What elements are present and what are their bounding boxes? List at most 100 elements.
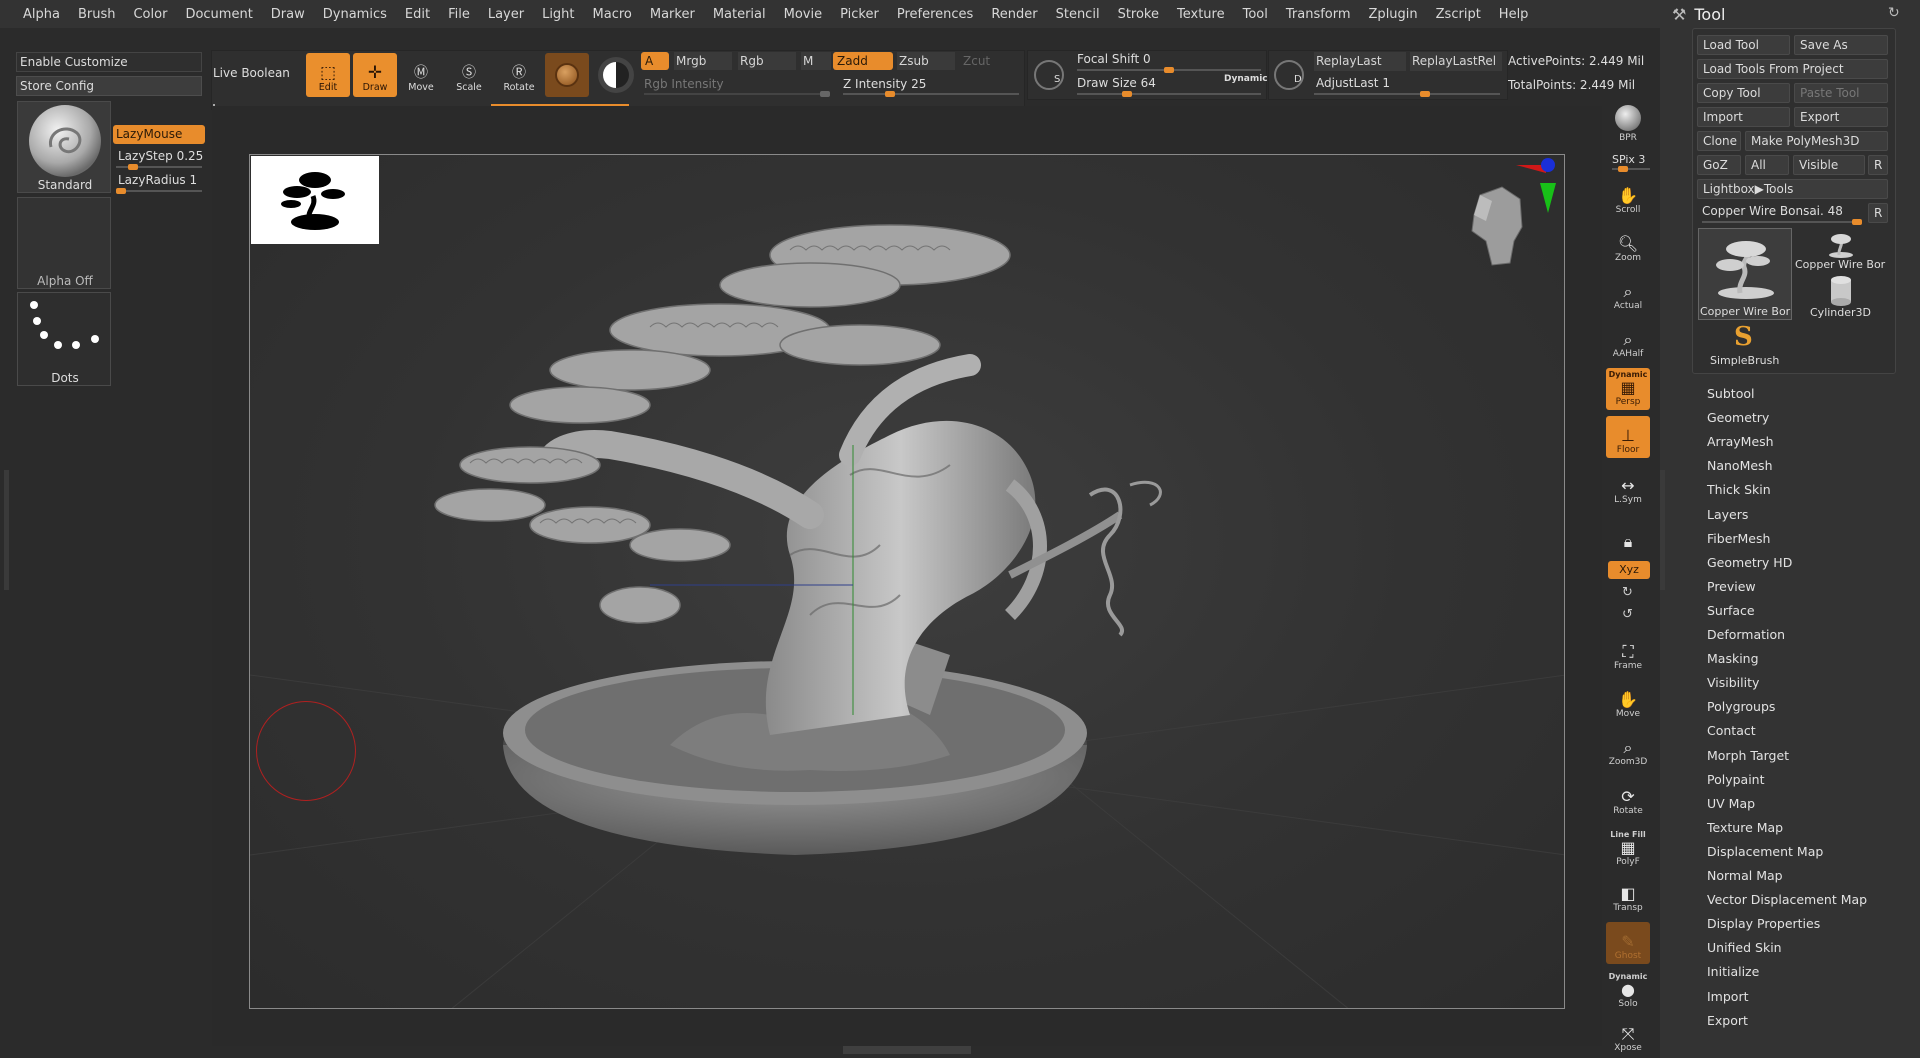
tool-section-normal-map[interactable]: Normal Map — [1707, 868, 1783, 883]
material-button[interactable] — [545, 53, 589, 97]
lazystep-slider[interactable] — [116, 164, 202, 170]
zoom3d-button[interactable]: ⌕ Zoom3D — [1606, 728, 1650, 770]
tool-section-thick-skin[interactable]: Thick Skin — [1707, 482, 1771, 497]
tool-section-preview[interactable]: Preview — [1707, 579, 1756, 594]
rgb-intensity-slider[interactable] — [644, 91, 830, 97]
menu-document[interactable]: Document — [176, 7, 261, 22]
menu-transform[interactable]: Transform — [1277, 7, 1360, 22]
tool-section-geometry-hd[interactable]: Geometry HD — [1707, 555, 1792, 570]
rotate-axis-icon[interactable]: ↻ — [1622, 585, 1633, 600]
viewport-canvas[interactable] — [249, 154, 1565, 1009]
adjust-last-slider[interactable] — [1314, 91, 1500, 97]
rotate-mode-button[interactable]: Ⓡ Rotate — [497, 53, 541, 97]
menu-macro[interactable]: Macro — [584, 7, 641, 22]
lock-button[interactable]: 🔒︎ — [1606, 512, 1650, 554]
goz-all-button[interactable]: All — [1745, 155, 1789, 175]
brush-selector[interactable]: Standard — [17, 101, 111, 193]
menu-material[interactable]: Material — [704, 7, 775, 22]
dynamic-draw-size-toggle[interactable]: Dynamic — [1224, 74, 1268, 84]
tool-thumb-simplebrush[interactable]: S SimpleBrush — [1698, 322, 1792, 368]
tool-section-initialize[interactable]: Initialize — [1707, 964, 1759, 979]
focal-shift-knob[interactable] — [1164, 67, 1174, 73]
current-tool-slider[interactable] — [1702, 219, 1862, 225]
m-toggle[interactable]: M — [801, 52, 831, 70]
menu-preferences[interactable]: Preferences — [888, 7, 982, 22]
tool-section-nanomesh[interactable]: NanoMesh — [1707, 458, 1773, 473]
scale-mode-button[interactable]: Ⓢ Scale — [447, 53, 491, 97]
load-tools-from-project-button[interactable]: Load Tools From Project — [1697, 59, 1888, 79]
tool-palette-header[interactable]: ⚒ Tool — [1672, 2, 1725, 26]
actual-size-button[interactable]: ⌕ Actual — [1606, 272, 1650, 314]
frame-button[interactable]: ⛶ Frame — [1606, 632, 1650, 674]
menu-draw[interactable]: Draw — [262, 7, 314, 22]
tool-section-fibermesh[interactable]: FiberMesh — [1707, 531, 1770, 546]
mrgb-toggle[interactable]: Mrgb — [674, 52, 732, 70]
menu-render[interactable]: Render — [982, 7, 1046, 22]
spix-label[interactable]: SPix 3 — [1612, 153, 1645, 166]
menu-zplugin[interactable]: Zplugin — [1360, 7, 1427, 22]
tool-section-uv-map[interactable]: UV Map — [1707, 796, 1755, 811]
goz-r-button[interactable]: R — [1868, 155, 1888, 175]
lazyradius-slider[interactable] — [116, 188, 202, 194]
tool-section-visibility[interactable]: Visibility — [1707, 675, 1759, 690]
menu-color[interactable]: Color — [124, 7, 176, 22]
z-intensity-label[interactable]: Z Intensity 25 — [843, 77, 926, 91]
rgb-toggle[interactable]: Rgb — [738, 52, 796, 70]
ghost-toggle[interactable]: ✎ Ghost — [1606, 922, 1650, 964]
aahalf-button[interactable]: ⌕ AAHalf — [1606, 320, 1650, 362]
draw-size-slider[interactable] — [1077, 91, 1261, 97]
adjust-last-label[interactable]: AdjustLast 1 — [1316, 76, 1390, 90]
draw-size-label[interactable]: Draw Size 64 — [1077, 76, 1156, 90]
dynamic-icon[interactable]: D — [1274, 60, 1304, 90]
tool-section-masking[interactable]: Masking — [1707, 651, 1759, 666]
floor-toggle[interactable]: ⊥ Floor — [1606, 416, 1650, 458]
focal-shift-slider[interactable] — [1077, 67, 1261, 73]
tool-section-subtool[interactable]: Subtool — [1707, 386, 1754, 401]
spix-slider[interactable] — [1612, 166, 1650, 172]
edit-mode-button[interactable]: ⬚ Edit — [306, 53, 350, 97]
draw-size-knob[interactable] — [1122, 91, 1132, 97]
lazystep-label[interactable]: LazyStep 0.25 — [118, 149, 203, 163]
menu-zscript[interactable]: Zscript — [1427, 7, 1490, 22]
tool-section-export[interactable]: Export — [1707, 1013, 1748, 1028]
menu-edit[interactable]: Edit — [396, 7, 439, 22]
right-tray-handle[interactable] — [1660, 470, 1665, 590]
zoom-button[interactable]: 🔍︎ Zoom — [1606, 224, 1650, 266]
menu-brush[interactable]: Brush — [69, 7, 125, 22]
store-config-button[interactable]: Store Config — [16, 76, 202, 96]
replay-last-button[interactable]: ReplayLast — [1314, 52, 1406, 71]
current-tool-r-button[interactable]: R — [1868, 203, 1888, 223]
focal-shift-label[interactable]: Focal Shift 0 — [1077, 52, 1151, 66]
tool-section-texture-map[interactable]: Texture Map — [1707, 820, 1783, 835]
solo-toggle[interactable]: Dynamic ● Solo — [1606, 966, 1650, 1012]
tool-section-contact[interactable]: Contact — [1707, 723, 1756, 738]
tool-thumb-cylinder3d[interactable]: Cylinder3D — [1794, 274, 1888, 320]
alpha-selector[interactable]: Alpha Off — [17, 197, 111, 289]
tool-section-displacement-map[interactable]: Displacement Map — [1707, 844, 1823, 859]
tool-section-vector-displacement-map[interactable]: Vector Displacement Map — [1707, 892, 1867, 907]
lightbox-tools-button[interactable]: Lightbox▶Tools — [1697, 179, 1888, 199]
menu-layer[interactable]: Layer — [479, 7, 533, 22]
tool-section-surface[interactable]: Surface — [1707, 603, 1755, 618]
focal-shift-icon[interactable]: S — [1034, 60, 1064, 90]
color-picker-button[interactable] — [598, 57, 634, 93]
tool-section-morph-target[interactable]: Morph Target — [1707, 748, 1789, 763]
a-toggle[interactable]: A — [641, 52, 669, 70]
tool-section-unified-skin[interactable]: Unified Skin — [1707, 940, 1782, 955]
axis-gizmo-icon[interactable] — [1510, 155, 1565, 225]
rotate-view-button[interactable]: ⟳ Rotate — [1606, 777, 1650, 819]
menu-movie[interactable]: Movie — [775, 7, 831, 22]
tool-thumb-bonsai[interactable]: Copper Wire Bor — [1794, 228, 1888, 272]
move-mode-button[interactable]: Ⓜ Move — [399, 53, 443, 97]
load-tool-button[interactable]: Load Tool — [1697, 35, 1790, 55]
lazymouse-toggle[interactable]: LazyMouse — [113, 125, 205, 144]
copy-tool-button[interactable]: Copy Tool — [1697, 83, 1790, 103]
perspective-toggle[interactable]: Dynamic ▦ Persp — [1606, 368, 1650, 410]
clone-button[interactable]: Clone — [1697, 131, 1741, 151]
import-tool-button[interactable]: Import — [1697, 107, 1790, 127]
xpose-button[interactable]: ⤧ Xpose — [1606, 1014, 1650, 1056]
z-intensity-knob[interactable] — [885, 91, 895, 97]
refresh-icon[interactable]: ↻ — [1888, 5, 1900, 21]
local-symmetry-button[interactable]: ↔ L.Sym — [1606, 466, 1650, 508]
rgb-intensity-label[interactable]: Rgb Intensity — [644, 77, 724, 91]
